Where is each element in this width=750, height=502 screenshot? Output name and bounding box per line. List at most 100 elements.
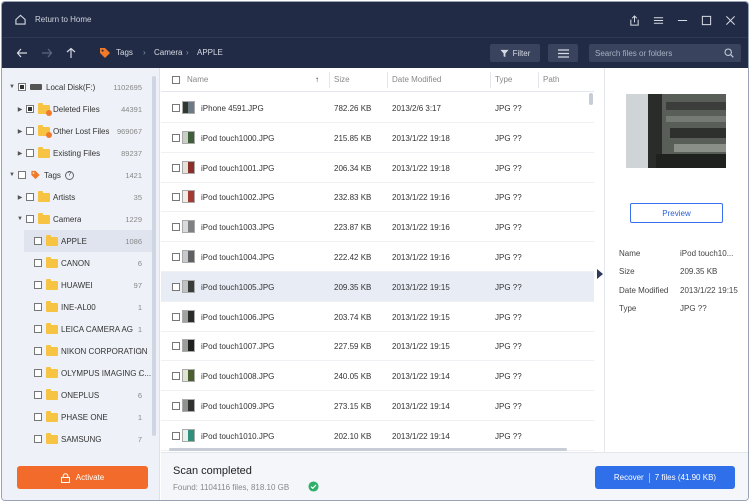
tree-item-camera[interactable]: ▼ Camera 1229 (16, 208, 152, 230)
table-row[interactable]: iPod touch1010.JPG 202.10 KB 2013/1/22 19:… (161, 421, 594, 451)
breadcrumb-tags[interactable]: Tags (116, 48, 133, 57)
horizontal-scrollbar[interactable] (169, 448, 567, 451)
up-arrow-icon[interactable] (65, 47, 77, 59)
tree-checkbox[interactable] (34, 325, 42, 333)
tree-checkbox[interactable] (26, 105, 34, 113)
search-icon[interactable] (724, 48, 734, 58)
tree-item-deleted-files[interactable]: ▶ Deleted Files 44391 (16, 98, 152, 120)
tree-item-nikon[interactable]: NIKON CORPORATION 3 (24, 340, 152, 362)
expand-arrow-icon[interactable]: ▶ (16, 194, 24, 201)
row-checkbox[interactable] (172, 431, 180, 440)
tree-item-samsung[interactable]: SAMSUNG 7 (24, 428, 152, 450)
tree-item-olympus[interactable]: OLYMPUS IMAGING C... 1 (24, 362, 152, 384)
tree-item-local-disk[interactable]: ▼ Local Disk(F:) 1102695 (8, 76, 152, 98)
table-row[interactable]: iPod touch1002.JPG 232.83 KB 2013/1/22 19:… (161, 182, 594, 213)
table-row[interactable]: iPod touch1005.JPG 209.35 KB 2013/1/22 19:… (161, 271, 594, 302)
breadcrumb-camera[interactable]: Camera (154, 48, 182, 57)
help-icon[interactable]: ? (64, 170, 74, 180)
activate-button[interactable]: Activate (17, 466, 148, 489)
column-name[interactable]: Name (187, 75, 208, 84)
back-arrow-icon[interactable] (16, 47, 28, 59)
table-row[interactable]: iPod touch1001.JPG 206.34 KB 2013/1/22 19:… (161, 153, 594, 183)
row-checkbox[interactable] (172, 223, 180, 232)
tree-checkbox[interactable] (34, 259, 42, 267)
row-checkbox[interactable] (172, 312, 180, 321)
row-checkbox[interactable] (172, 372, 180, 381)
column-divider[interactable] (490, 72, 491, 88)
share-button[interactable] (624, 12, 644, 28)
tree-item-apple[interactable]: APPLE 1086 (24, 230, 152, 252)
tree-item-canon[interactable]: CANON 6 (24, 252, 152, 274)
collapse-preview-icon[interactable] (596, 268, 604, 280)
tree-checkbox[interactable] (26, 149, 34, 157)
tree-checkbox[interactable] (34, 435, 42, 443)
tree-item-phase-one[interactable]: PHASE ONE 1 (24, 406, 152, 428)
tree-item-artists[interactable]: ▶ Artists 35 (16, 186, 152, 208)
tree-checkbox[interactable] (34, 391, 42, 399)
home-icon[interactable] (15, 14, 26, 25)
row-checkbox[interactable] (172, 193, 180, 202)
search-input[interactable] (595, 47, 715, 59)
tree-checkbox[interactable] (26, 193, 34, 201)
forward-arrow-icon[interactable] (41, 47, 53, 59)
select-all-checkbox[interactable] (172, 76, 180, 84)
recover-button[interactable]: Recover 7 files (41.90 KB) (595, 466, 735, 489)
expand-arrow-icon[interactable]: ▶ (16, 128, 24, 135)
row-checkbox[interactable] (172, 342, 180, 351)
minimize-button[interactable] (672, 12, 692, 28)
expand-arrow-icon[interactable]: ▶ (16, 150, 24, 157)
tree-item-existing-files[interactable]: ▶ Existing Files 89237 (16, 142, 152, 164)
filter-button[interactable]: Filter (490, 44, 540, 62)
tree-item-other-lost-files[interactable]: ▶ Other Lost Files 969067 (16, 120, 152, 142)
tree-checkbox[interactable] (34, 281, 42, 289)
table-row[interactable]: iPod touch1008.JPG 240.05 KB 2013/1/22 19:… (161, 361, 594, 392)
row-checkbox[interactable] (172, 133, 180, 142)
column-divider[interactable] (387, 72, 388, 88)
breadcrumb-apple[interactable]: APPLE (197, 48, 223, 57)
collapse-arrow-icon[interactable]: ▼ (16, 216, 24, 222)
row-checkbox[interactable] (172, 402, 180, 410)
table-row[interactable]: iPod touch1006.JPG 203.74 KB 2013/1/22 19:… (161, 302, 594, 332)
table-row[interactable]: iPod touch1009.JPG 273.15 KB 2013/1/22 19:… (161, 391, 594, 421)
close-button[interactable] (720, 12, 740, 28)
row-checkbox[interactable] (172, 163, 180, 172)
column-path[interactable]: Path (543, 75, 559, 84)
tree-checkbox[interactable] (18, 171, 26, 179)
view-menu-button[interactable] (548, 44, 578, 62)
sort-arrow-icon[interactable]: ↑ (315, 75, 319, 84)
return-home-link[interactable]: Return to Home (35, 15, 91, 24)
table-row[interactable]: iPod touch1000.JPG 215.85 KB 2013/1/22 19:… (161, 123, 594, 153)
tree-item-oneplus[interactable]: ONEPLUS 6 (24, 384, 152, 406)
tree-item-tags[interactable]: ▼ Tags ? 1421 (8, 164, 152, 186)
column-size[interactable]: Size (334, 75, 350, 84)
preview-button[interactable]: Preview (630, 203, 723, 223)
tree-checkbox[interactable] (26, 215, 34, 223)
column-type[interactable]: Type (495, 75, 512, 84)
row-checkbox[interactable] (172, 253, 180, 261)
collapse-arrow-icon[interactable]: ▼ (8, 172, 16, 178)
tree-checkbox[interactable] (18, 83, 26, 91)
menu-button[interactable] (648, 12, 668, 28)
tree-checkbox[interactable] (34, 413, 42, 421)
tree-item-ine-al00[interactable]: INE-AL00 1 (24, 296, 152, 318)
tree-checkbox[interactable] (34, 303, 42, 311)
table-row[interactable]: iPod touch1004.JPG 222.42 KB 2013/1/22 19:… (161, 242, 594, 272)
sidebar-scrollbar[interactable] (152, 76, 156, 436)
tree-checkbox[interactable] (26, 127, 34, 135)
maximize-button[interactable] (696, 12, 716, 28)
row-checkbox[interactable] (172, 282, 180, 291)
table-row[interactable]: iPod touch1007.JPG 227.59 KB 2013/1/22 19:… (161, 331, 594, 362)
tree-item-huawei[interactable]: HUAWEI 97 (24, 274, 152, 296)
tree-checkbox[interactable] (34, 369, 42, 377)
collapse-arrow-icon[interactable]: ▼ (8, 84, 16, 90)
column-date-modified[interactable]: Date Modified (392, 75, 441, 84)
row-checkbox[interactable] (172, 104, 180, 112)
tree-checkbox[interactable] (34, 237, 42, 245)
expand-arrow-icon[interactable]: ▶ (16, 106, 24, 113)
table-row[interactable]: iPhone 4591.JPG 782.26 KB 2013/2/6 3:17 JPG… (161, 93, 594, 123)
tree-checkbox[interactable] (34, 347, 42, 355)
column-divider[interactable] (329, 72, 330, 88)
table-row[interactable]: iPod touch1003.JPG 223.87 KB 2013/1/22 19:… (161, 212, 594, 243)
column-divider[interactable] (538, 72, 539, 88)
tree-item-leica[interactable]: LEICA CAMERA AG 1 (24, 318, 152, 340)
